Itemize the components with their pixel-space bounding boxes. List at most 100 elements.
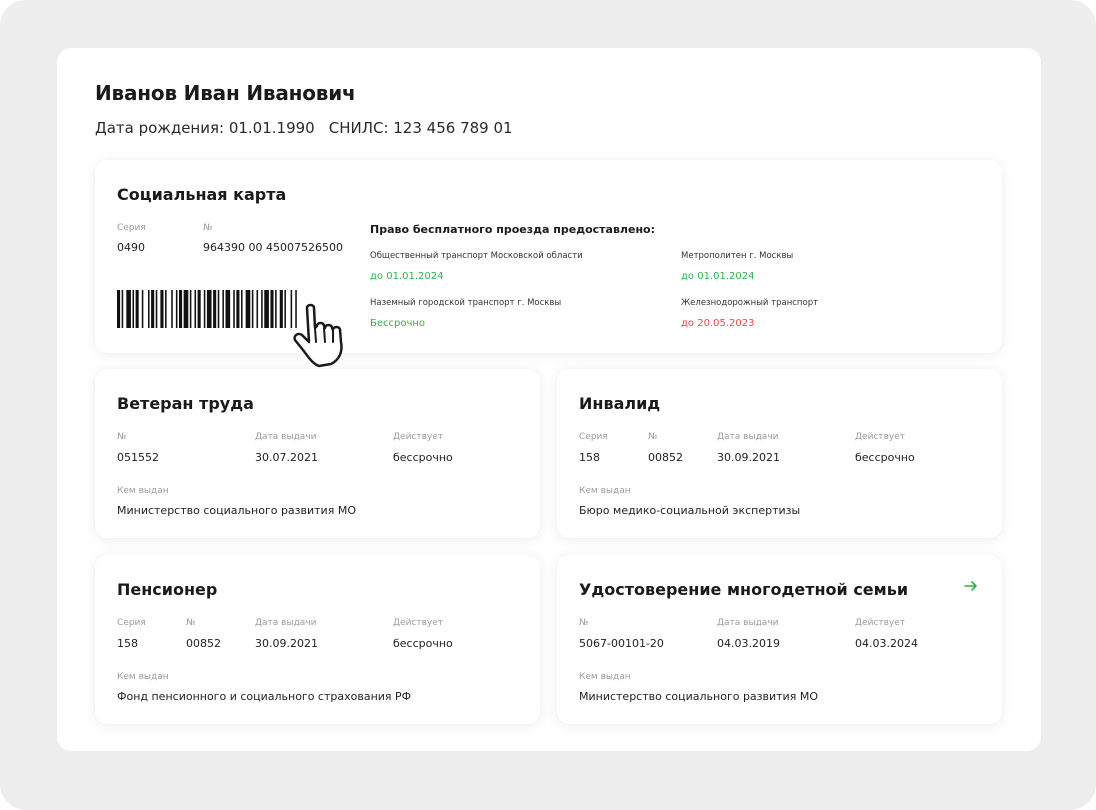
barcode-bar (270, 290, 274, 328)
barcode-bar (135, 290, 139, 328)
disabled-card[interactable]: Инвалид Серия 158 № 00852 Дата выдачи 30… (557, 369, 1002, 538)
barcode-bar (225, 290, 231, 328)
barcode-bar (194, 290, 197, 328)
issuer-label: Кем выдан (579, 672, 631, 682)
barcode-bar (284, 290, 286, 328)
profile-sheet: Иванов Иван Иванович Дата рождения: 01.0… (57, 48, 1041, 751)
series-value: 158 (117, 637, 138, 650)
barcode-bar (179, 290, 183, 328)
travel-rights-title: Право бесплатного проезда предоставлено: (370, 223, 656, 236)
barcode-bar (222, 290, 224, 328)
issuer-value: Министерство социального развития МО (579, 690, 818, 703)
number-label: № (648, 432, 658, 442)
issuer-label: Кем выдан (579, 486, 631, 496)
card-title: Социальная карта (117, 185, 287, 204)
number-value: 00852 (186, 637, 221, 650)
person-name: Иванов Иван Иванович (95, 81, 356, 105)
barcode-bar (261, 290, 263, 328)
number-value: 5067-00101-20 (579, 637, 664, 650)
issued-value: 30.09.2021 (255, 637, 318, 650)
issuer-value: Бюро медико-социальной экспертизы (579, 504, 801, 517)
card-title: Удостоверение многодетной семьи (579, 580, 909, 599)
card-title: Пенсионер (117, 580, 218, 599)
series-label: Серия (117, 618, 146, 628)
issuer-value: Фонд пенсионного и социального страхован… (117, 690, 412, 703)
issuer-value: Министерство социального развития МО (117, 504, 356, 517)
barcode-bar (251, 290, 254, 328)
large-family-card[interactable]: Удостоверение многодетной семьи № 5067-0… (557, 555, 1002, 724)
snils: СНИЛС: 123 456 789 01 (328, 119, 513, 137)
arrow-right-icon[interactable] (962, 577, 980, 595)
barcode-bar (160, 290, 164, 328)
barcode-bar (233, 290, 235, 328)
series-value: 0490 (117, 241, 145, 254)
right-name: Общественный транспорт Московской област… (370, 251, 583, 261)
right-until: до 20.05.2023 (681, 318, 755, 329)
number-label: № (203, 223, 213, 233)
card-title: Инвалид (579, 394, 661, 413)
barcode-bar (236, 290, 240, 328)
valid-label: Действует (393, 618, 444, 628)
social-card[interactable]: Социальная карта Серия 0490 № 964390 00 … (95, 160, 1002, 368)
barcode-bar (275, 290, 277, 328)
issued-label: Дата выдачи (255, 618, 317, 628)
issued-value: 30.07.2021 (255, 451, 318, 464)
issued-label: Дата выдачи (717, 432, 779, 442)
barcode-bar (126, 290, 131, 328)
number-value: 051552 (117, 451, 159, 464)
valid-value: 04.03.2024 (855, 637, 918, 650)
barcode-bar (121, 290, 124, 328)
barcode-bar (175, 290, 178, 328)
barcode-bar (132, 290, 135, 328)
series-label: Серия (579, 432, 608, 442)
barcode-bar (183, 290, 189, 328)
barcode-bar (256, 290, 259, 328)
valid-value: бессрочно (855, 451, 915, 464)
series-label: Серия (117, 223, 146, 233)
valid-value: бессрочно (393, 451, 453, 464)
barcode-bar (148, 290, 150, 328)
person-meta: Дата рождения: 01.01.1990 СНИЛС: 123 456 … (95, 119, 527, 137)
issuer-label: Кем выдан (117, 486, 169, 496)
right-name: Метрополитен г. Москвы (681, 251, 794, 261)
barcode-bar (197, 290, 201, 328)
right-name: Наземный городской транспорт г. Москвы (370, 298, 562, 308)
page-frame: Иванов Иван Иванович Дата рождения: 01.0… (0, 0, 1096, 810)
issued-label: Дата выдачи (255, 432, 317, 442)
barcode-bar (171, 290, 173, 328)
valid-value: бессрочно (393, 637, 453, 650)
number-label: № (579, 618, 589, 628)
barcode-bar (155, 290, 158, 328)
barcode-bar (264, 290, 269, 328)
barcode-bar (206, 290, 212, 328)
valid-label: Действует (855, 618, 906, 628)
barcode-bar (189, 290, 192, 328)
right-until: Бессрочно (370, 318, 426, 329)
barcode-bar (279, 290, 283, 328)
issued-value: 04.03.2019 (717, 637, 780, 650)
valid-label: Действует (393, 432, 444, 442)
pensioner-card[interactable]: Пенсионер Серия 158 № 00852 Дата выдачи … (95, 555, 540, 724)
issued-label: Дата выдачи (717, 618, 779, 628)
right-until: до 01.01.2024 (681, 271, 755, 282)
number-label: № (186, 618, 196, 628)
issued-value: 30.09.2021 (717, 451, 780, 464)
number-value: 00852 (648, 451, 683, 464)
barcode-bar (141, 290, 144, 328)
card-title: Ветеран труда (117, 394, 254, 413)
barcode-bar (165, 290, 167, 328)
barcode-bar (217, 290, 220, 328)
number-label: № (117, 432, 127, 442)
barcode-bar (151, 290, 155, 328)
barcode-bar (203, 290, 206, 328)
veteran-card[interactable]: Ветеран труда № 051552 Дата выдачи 30.07… (95, 369, 540, 538)
series-value: 158 (579, 451, 600, 464)
valid-label: Действует (855, 432, 906, 442)
issuer-label: Кем выдан (117, 672, 169, 682)
birth-date: Дата рождения: 01.01.1990 (95, 119, 315, 137)
right-name: Железнодорожный транспорт (681, 298, 819, 308)
barcode-bar (245, 290, 251, 328)
barcode-bar (241, 290, 243, 328)
hand-pointer-icon (293, 303, 343, 368)
right-until: до 01.01.2024 (370, 271, 444, 282)
